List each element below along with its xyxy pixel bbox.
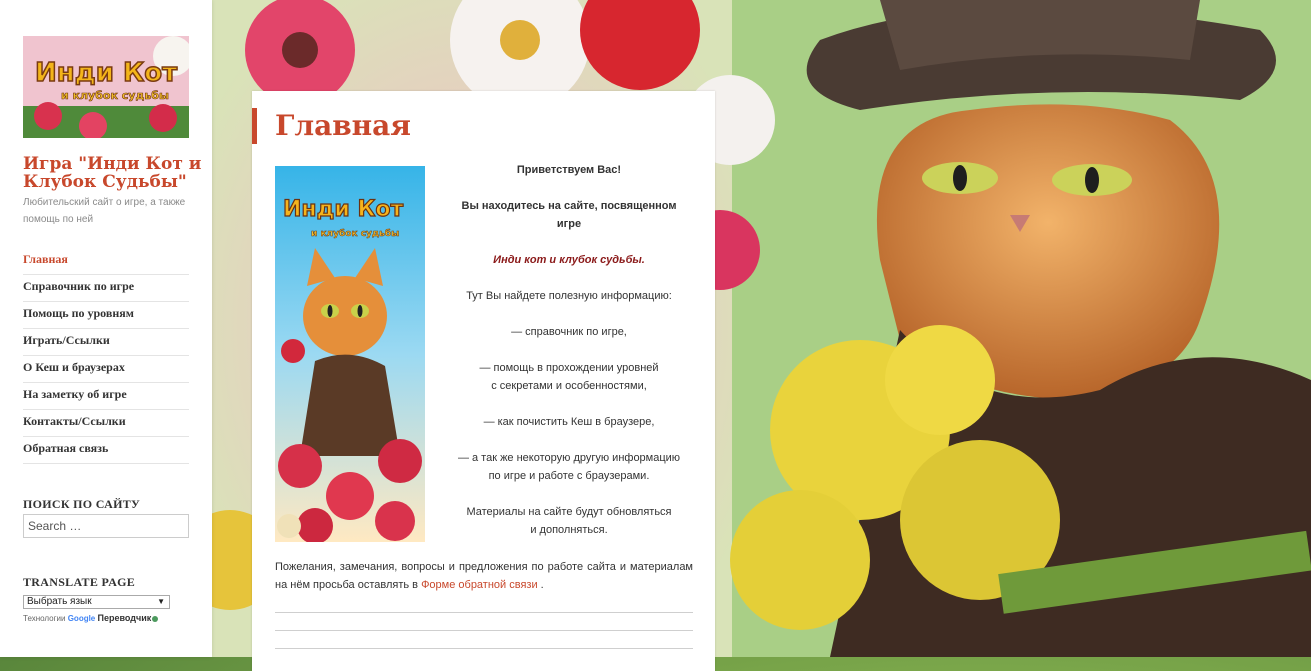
google-logo[interactable]: Google: [68, 614, 96, 623]
updates-line: Материалы на сайте будут обновляться: [466, 506, 672, 518]
list-item: по игре и работе с браузерами.: [488, 470, 650, 482]
nav-item-contacts[interactable]: Контакты/Ссылки: [23, 410, 189, 437]
nav-item-home[interactable]: Главная: [23, 248, 189, 275]
list-item: — а так же некоторую другую информацию: [457, 452, 681, 464]
divider: [275, 648, 693, 649]
nav-item-play-links[interactable]: Играть/Ссылки: [23, 329, 189, 356]
useful-info-line: Тут Вы найдете полезную информацию:: [466, 290, 672, 302]
feedback-note-end: .: [540, 579, 544, 591]
list-item: с секретами и особенностями,: [491, 380, 647, 392]
page-title: Главная: [275, 109, 411, 142]
sidebar: Инди Кот и клубок судьбы Игра "Инди Кот …: [0, 0, 212, 657]
search-widget-title: ПОИСК ПО САЙТУ: [23, 497, 141, 511]
search-input[interactable]: [23, 514, 189, 538]
svg-text:Инди Кот: Инди Кот: [35, 58, 177, 88]
dropdown-arrow-icon: ▼: [157, 597, 165, 606]
list-item: — справочник по игре,: [511, 326, 627, 338]
title-accent-bar: [252, 108, 257, 144]
powered-prefix: Технологии: [23, 614, 66, 623]
divider: [275, 612, 693, 613]
svg-text:Инди Кот: Инди Кот: [283, 197, 404, 222]
translate-icon: [152, 615, 159, 622]
nav-item-level-help[interactable]: Помощь по уровням: [23, 302, 189, 329]
greeting: Приветствуем Вас!: [516, 164, 622, 176]
language-select-value: Выбрать язык: [27, 596, 92, 607]
list-item: — помощь в прохождении уровней: [479, 362, 659, 374]
site-description: Любительский сайт о игре, а также помощь…: [23, 197, 186, 225]
svg-text:и клубок судьбы: и клубок судьбы: [61, 89, 169, 102]
site-title[interactable]: Игра "Инди Кот и Клубок Судьбы": [23, 155, 203, 191]
translate-widget-title: TRANSLATE PAGE: [23, 575, 136, 589]
translate-link[interactable]: Переводчик: [98, 613, 152, 623]
game-name: Инди кот и клубок судьбы.: [493, 254, 645, 266]
nav-item-feedback[interactable]: Обратная связь: [23, 437, 189, 464]
intro-line: Вы находитесь на сайте, посвященном игре: [461, 200, 677, 230]
content-card: Главная Инди Кот и клубок судьбы Приветс…: [252, 91, 715, 671]
nav-item-game-guide[interactable]: Справочник по игре: [23, 275, 189, 302]
feedback-form-link[interactable]: Форме обратной связи: [421, 579, 538, 591]
site-logo[interactable]: Инди Кот и клубок судьбы: [23, 36, 189, 138]
updates-line: и дополняться.: [530, 524, 608, 536]
divider: [275, 630, 693, 631]
feedback-note: Пожелания, замечания, вопросы и предложе…: [275, 558, 693, 594]
intro-text: Приветствуем Вас! Вы находитесь на сайте…: [449, 161, 689, 539]
language-select[interactable]: Выбрать язык ▼: [23, 595, 170, 609]
game-poster-image: Инди Кот и клубок судьбы: [275, 166, 425, 542]
list-item: — как почистить Кеш в браузере,: [483, 416, 655, 428]
nav-item-notes[interactable]: На заметку об игре: [23, 383, 189, 410]
google-translate-credit: Технологии Google Переводчик: [23, 613, 159, 623]
nav-item-cache-browsers[interactable]: О Кеш и браузерах: [23, 356, 189, 383]
main-navigation: Главная Справочник по игре Помощь по уро…: [23, 248, 189, 464]
svg-text:и клубок судьбы: и клубок судьбы: [311, 228, 399, 239]
